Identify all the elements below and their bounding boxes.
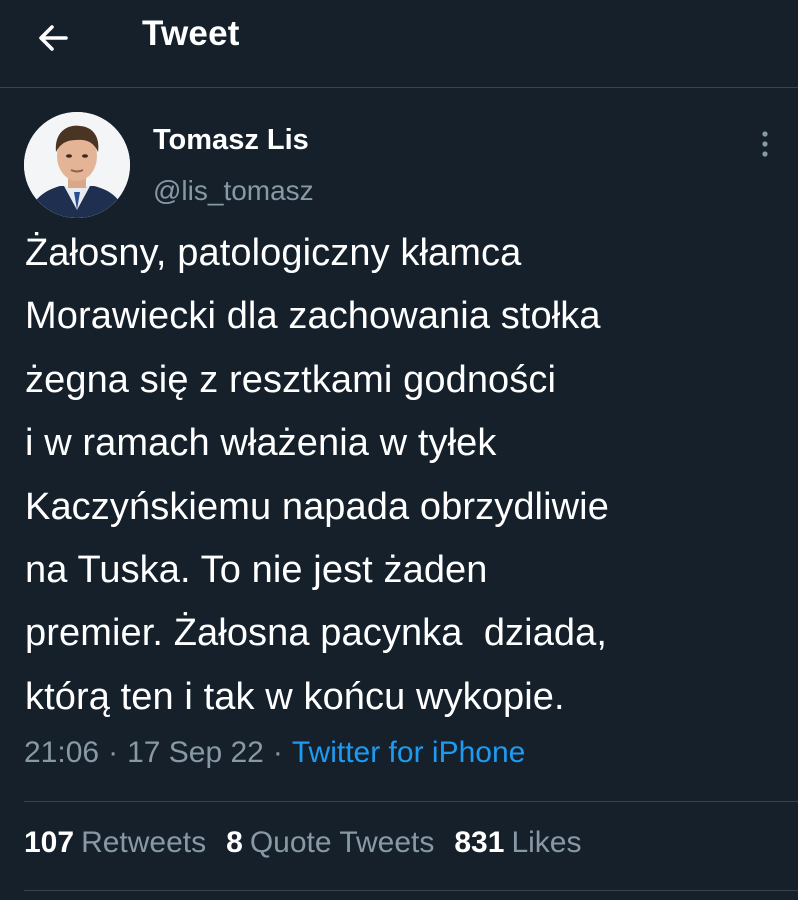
quote-tweets-count: 8 — [226, 826, 243, 859]
likes-label: Likes — [511, 826, 582, 859]
meta-separator: · — [108, 736, 119, 769]
quote-tweets-label: Quote Tweets — [249, 826, 435, 859]
tweet-time: 21:06 — [24, 736, 100, 769]
tweet-date[interactable]: 17 Sep 22 — [127, 736, 264, 769]
divider — [24, 890, 798, 891]
author-name[interactable]: Tomasz Lis — [153, 124, 309, 157]
tweet-meta: 21:06 · 17 Sep 22 · Twitter for iPhone — [24, 736, 525, 770]
more-options-icon[interactable] — [752, 128, 778, 160]
avatar[interactable] — [24, 112, 130, 218]
arrow-left-icon[interactable] — [34, 18, 74, 58]
retweets-count: 107 — [24, 826, 75, 859]
retweets-stat[interactable]: 107 Retweets — [24, 826, 206, 860]
author-handle[interactable]: @lis_tomasz — [153, 175, 314, 207]
meta-separator: · — [272, 736, 283, 769]
page-title: Tweet — [142, 14, 240, 53]
engagement-stats: 107 Retweets 8 Quote Tweets 831 Likes — [24, 826, 601, 860]
likes-count: 831 — [454, 826, 505, 859]
quote-tweets-stat[interactable]: 8 Quote Tweets — [226, 826, 434, 860]
divider — [24, 801, 798, 802]
tweet-source-link[interactable]: Twitter for iPhone — [292, 736, 525, 769]
likes-stat[interactable]: 831 Likes — [454, 826, 581, 860]
retweets-label: Retweets — [81, 826, 207, 859]
tweet-text: Żałosny, patologiczny kłamca Morawiecki … — [25, 232, 609, 718]
top-bar: Tweet — [0, 0, 798, 88]
